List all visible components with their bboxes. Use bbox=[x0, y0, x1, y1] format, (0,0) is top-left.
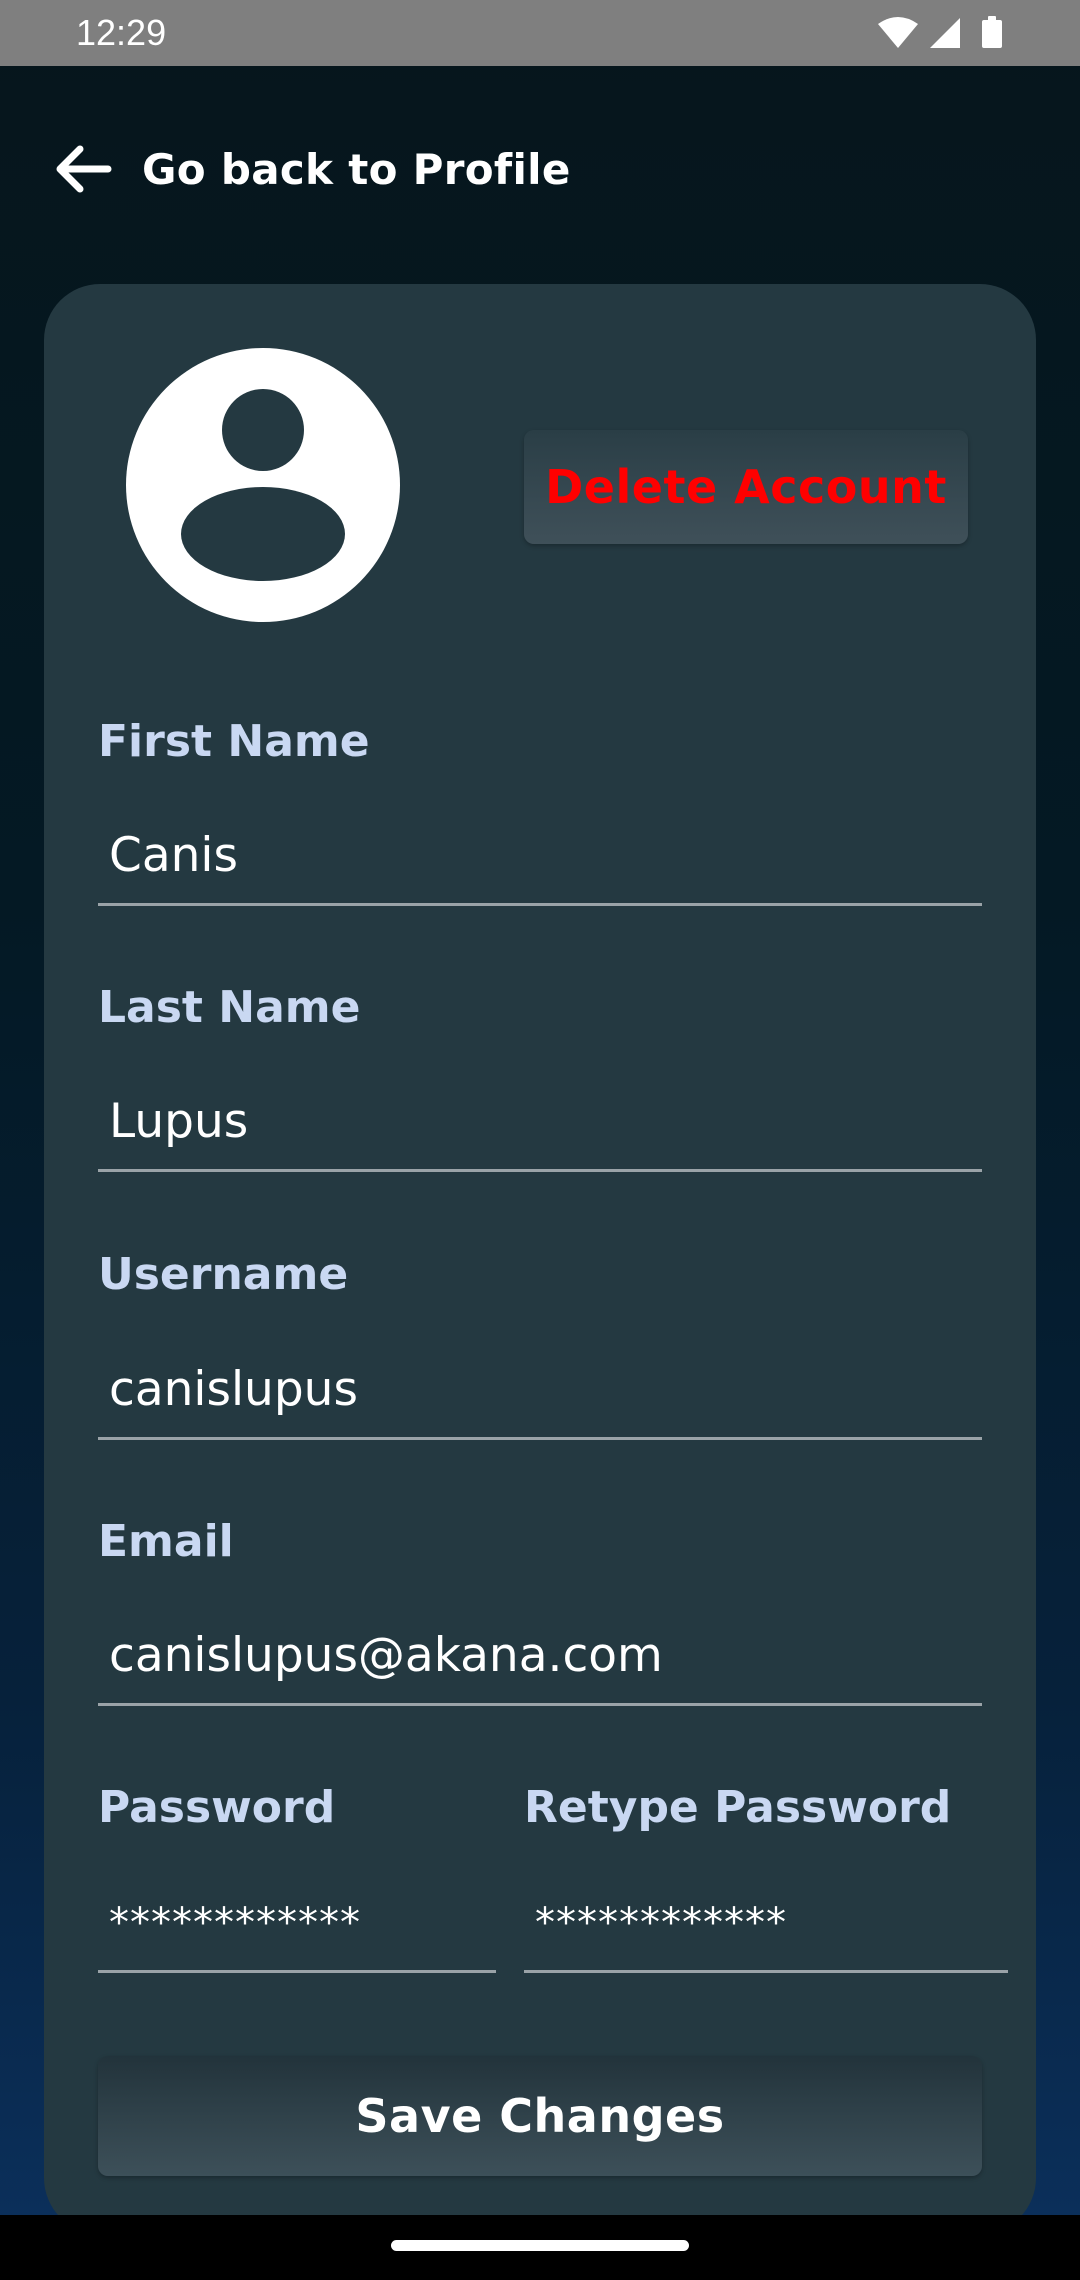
person-avatar-icon bbox=[126, 348, 400, 622]
wifi-icon bbox=[878, 17, 918, 48]
retype-password-label: Retype Password bbox=[524, 1782, 952, 1833]
last-name-field[interactable] bbox=[98, 1074, 982, 1172]
email-label: Email bbox=[98, 1516, 234, 1567]
delete-account-button[interactable]: Delete Account bbox=[524, 430, 968, 544]
password-label: Password bbox=[98, 1782, 336, 1833]
back-to-profile-button[interactable]: Go back to Profile bbox=[50, 136, 571, 202]
cell-signal-icon bbox=[930, 18, 960, 48]
username-field[interactable] bbox=[98, 1342, 982, 1440]
first-name-field[interactable] bbox=[98, 808, 982, 906]
status-bar: 12:29 bbox=[0, 0, 1080, 66]
email-field[interactable] bbox=[98, 1608, 982, 1706]
home-indicator[interactable] bbox=[391, 2240, 689, 2251]
retype-password-field[interactable] bbox=[524, 1875, 1008, 1973]
status-icons bbox=[878, 16, 1002, 48]
save-changes-button[interactable]: Save Changes bbox=[98, 2056, 982, 2176]
last-name-label: Last Name bbox=[98, 982, 361, 1033]
password-field[interactable] bbox=[98, 1875, 496, 1973]
back-label: Go back to Profile bbox=[142, 144, 571, 194]
username-label: Username bbox=[98, 1249, 349, 1300]
battery-icon bbox=[982, 16, 1002, 48]
arrow-left-icon bbox=[56, 145, 112, 193]
first-name-label: First Name bbox=[98, 716, 370, 767]
status-time: 12:29 bbox=[76, 12, 167, 53]
